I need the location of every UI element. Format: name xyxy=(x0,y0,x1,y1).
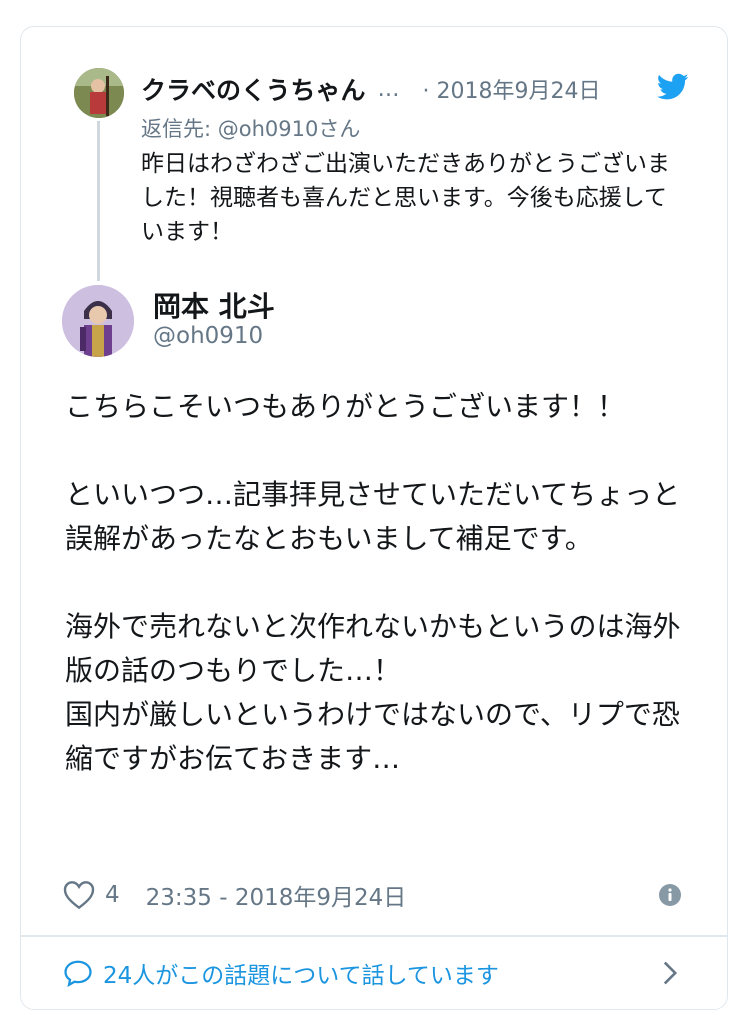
main-tweet-paragraph: といいつつ…記事拝見させていただいてちょっと誤解があったなとおもいまして補足です… xyxy=(65,478,681,555)
footer-divider xyxy=(21,935,727,937)
like-count[interactable]: 4 xyxy=(105,882,120,908)
parent-tweet-text: 昨日はわざわざご出演いただきありがとうございました！視聴者も喜んだと思います。今… xyxy=(141,151,670,245)
parent-name-truncation: … xyxy=(377,76,401,102)
reply-to-label[interactable]: 返信先: @oh0910さん xyxy=(141,113,360,143)
twitter-bird-icon[interactable] xyxy=(657,73,689,101)
main-tweet-paragraph: こちらこそいつもありがとうございます！！ xyxy=(65,390,626,423)
parent-author-avatar[interactable] xyxy=(74,68,124,118)
conversation-link[interactable]: 24人がこの話題について話しています xyxy=(63,955,683,991)
tweet-meta-row: 4 23:35 - 2018年9月24日 xyxy=(63,877,406,913)
chevron-right-icon[interactable] xyxy=(661,960,679,986)
main-author-avatar[interactable] xyxy=(62,285,134,357)
parent-tweet-date[interactable]: · 2018年9月24日 xyxy=(423,73,601,105)
parent-author-name[interactable]: クラベのくうちゃん xyxy=(141,71,366,107)
tweet-timestamp[interactable]: 23:35 - 2018年9月24日 xyxy=(146,878,407,912)
info-icon[interactable] xyxy=(658,883,682,907)
thread-connector-line xyxy=(97,121,100,281)
main-tweet-paragraph: 海外で売れないと次作れないかもというのは海外版の話のつもりでした…！ 国内が厳し… xyxy=(65,610,681,775)
conversation-link-text[interactable]: 24人がこの話題について話しています xyxy=(103,956,499,990)
main-author-handle[interactable]: @oh0910 xyxy=(153,323,263,349)
tweet-card: クラベのくうちゃん … · 2018年9月24日 返信先: @oh0910さん … xyxy=(20,26,728,1010)
parent-tweet-header: クラベのくうちゃん … · 2018年9月24日 xyxy=(141,69,701,109)
speech-bubble-icon xyxy=(64,960,92,987)
main-tweet-text: こちらこそいつもありがとうございます！！ といいつつ…記事拝見させていただいてち… xyxy=(65,385,695,781)
main-author-name[interactable]: 岡本 北斗 xyxy=(153,285,275,325)
heart-icon[interactable] xyxy=(63,880,95,910)
